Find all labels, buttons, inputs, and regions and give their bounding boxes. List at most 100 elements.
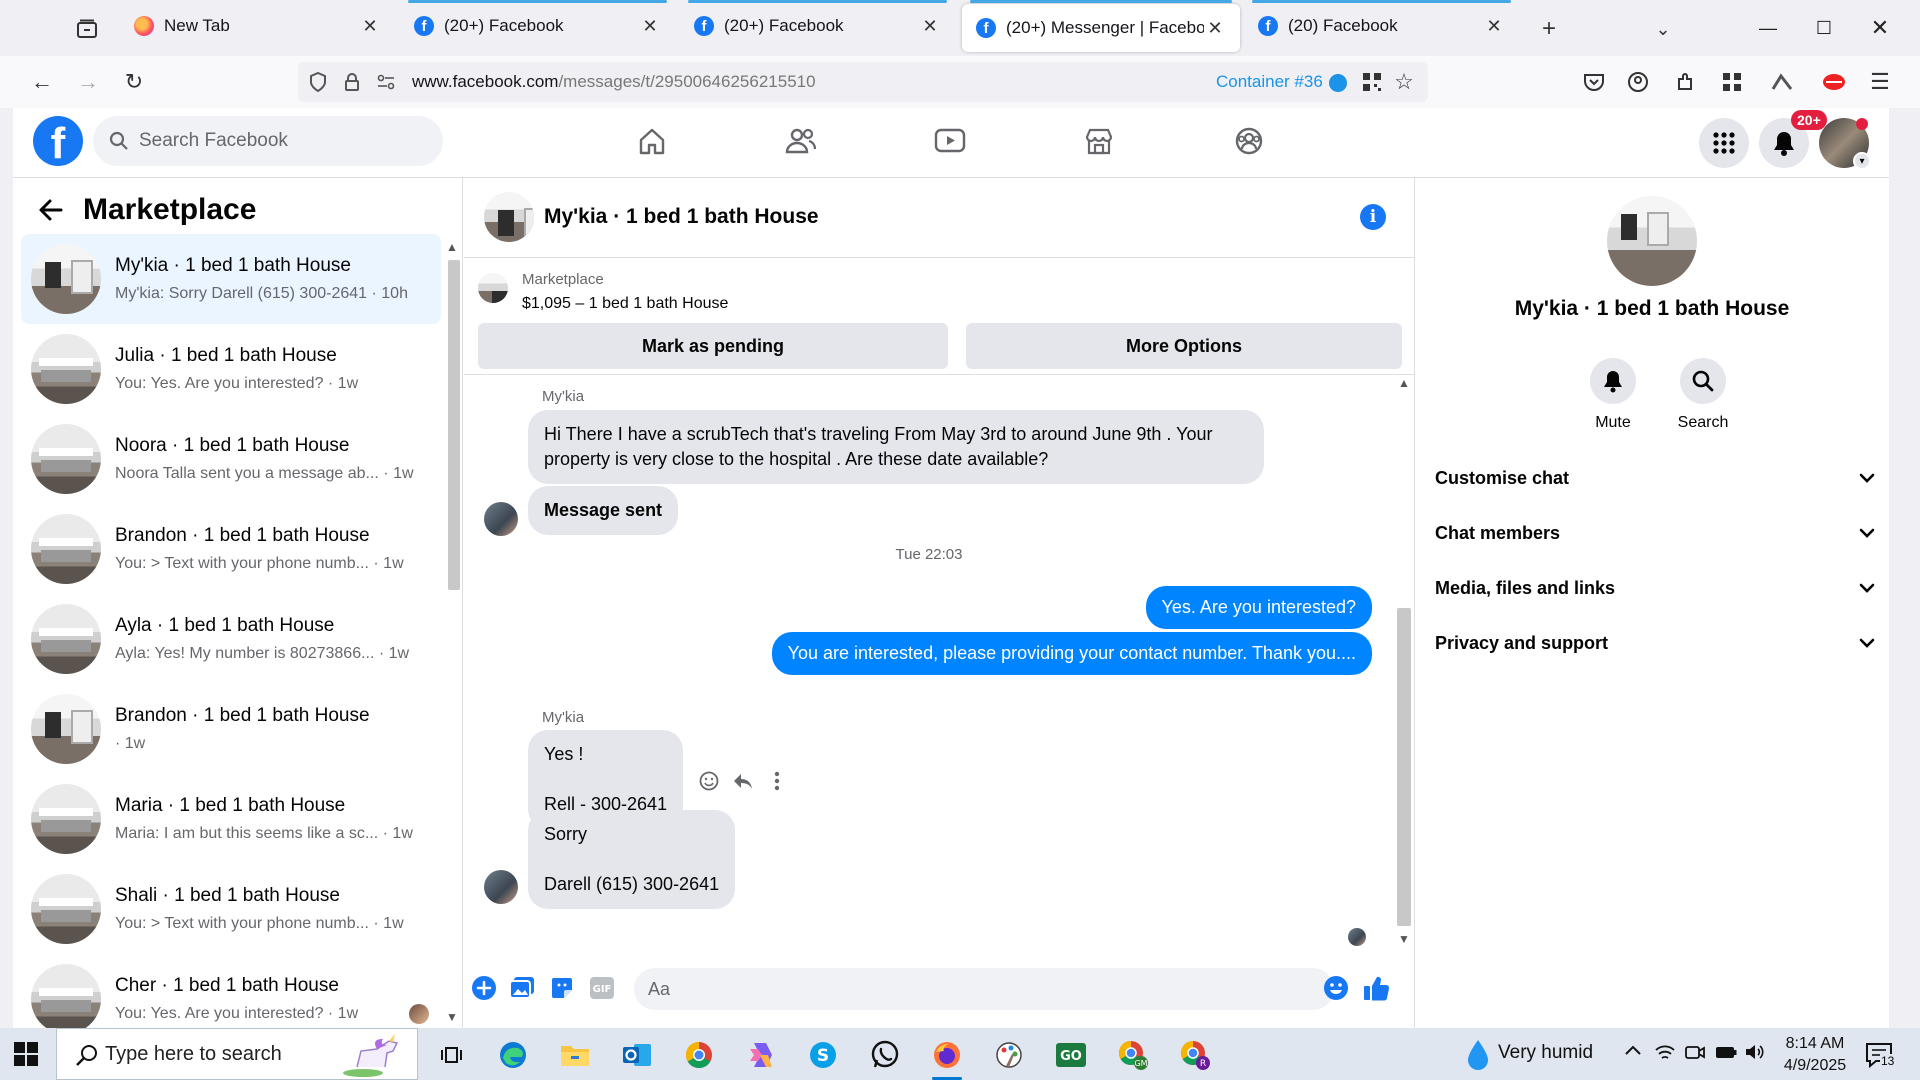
taskbar-search[interactable]: [56, 1028, 418, 1080]
account-icon[interactable]: [1624, 68, 1652, 96]
chat-members-row[interactable]: Chat members: [1435, 513, 1875, 553]
groups-icon[interactable]: [1223, 118, 1275, 164]
minimize-icon[interactable]: —: [1748, 8, 1788, 48]
windows-start-icon[interactable]: [10, 1038, 42, 1070]
back-arrow-icon[interactable]: ←: [26, 66, 58, 98]
close-icon[interactable]: ✕: [1483, 15, 1505, 37]
scrollbar-thumb[interactable]: [1397, 608, 1411, 926]
conversation-item[interactable]: Noora · 1 bed 1 bath House Noora Talla se…: [21, 414, 441, 504]
extension-red-icon[interactable]: [1820, 68, 1848, 96]
close-icon[interactable]: ✕: [1204, 17, 1226, 39]
search-in-conversation-button[interactable]: Search: [1658, 358, 1748, 432]
task-view-icon[interactable]: [432, 1036, 470, 1074]
conversation-avatar[interactable]: [1607, 196, 1697, 286]
network-icon[interactable]: [1654, 1042, 1676, 1068]
battery-icon[interactable]: [1714, 1042, 1738, 1068]
chrome-profile-gm-icon[interactable]: GM: [1114, 1036, 1152, 1074]
extensions-icon[interactable]: [1672, 68, 1700, 96]
outlook-icon[interactable]: [618, 1036, 656, 1074]
photo-icon[interactable]: [508, 974, 536, 1002]
message-bubble[interactable]: Message sent: [528, 486, 679, 535]
container-label[interactable]: Container #36: [1216, 72, 1323, 92]
sent-message-bubble[interactable]: Yes. Are you interested?: [1145, 586, 1372, 629]
conversation-item[interactable]: Shali · 1 bed 1 bath House You: > Text wi…: [21, 864, 441, 954]
tab-new-tab[interactable]: New Tab ✕: [120, 0, 395, 52]
whatsapp-icon[interactable]: [866, 1036, 904, 1074]
meet-now-icon[interactable]: [1684, 1042, 1706, 1068]
notification-center-icon[interactable]: 13: [1864, 1040, 1896, 1070]
sent-message-bubble[interactable]: You are interested, please providing you…: [771, 632, 1372, 675]
apps-grid-icon[interactable]: [1718, 68, 1746, 96]
marketplace-icon[interactable]: [1073, 118, 1125, 164]
mark-as-pending-button[interactable]: Mark as pending: [478, 323, 948, 369]
customise-chat-row[interactable]: Customise chat: [1435, 458, 1875, 498]
scroll-up-arrow-icon[interactable]: ▲: [446, 240, 458, 254]
url-bar[interactable]: www.facebook.com/messages/t/295006462562…: [298, 62, 1428, 102]
weather-text[interactable]: Very humid: [1498, 1042, 1593, 1064]
emoji-react-icon[interactable]: [696, 768, 722, 794]
chevron-up-icon[interactable]: [1624, 1040, 1642, 1062]
listing-price[interactable]: $1,095 – 1 bed 1 bath House: [522, 295, 728, 313]
facebook-logo[interactable]: f: [33, 116, 83, 166]
sender-avatar[interactable]: [484, 502, 518, 536]
conversation-item[interactable]: Brandon · 1 bed 1 bath House · 1w: [21, 684, 441, 774]
scroll-up-arrow-icon[interactable]: ▲: [1398, 376, 1410, 390]
window-close-icon[interactable]: ✕: [1860, 8, 1900, 48]
firefox-taskbar-icon[interactable]: [928, 1036, 966, 1080]
conversation-name-large[interactable]: My'kia · 1 bed 1 bath House: [1415, 297, 1889, 321]
star-bookmark-icon[interactable]: ☆: [1392, 69, 1416, 94]
conversation-item[interactable]: Ayla · 1 bed 1 bath House Ayla: Yes! My n…: [21, 594, 441, 684]
scroll-down-arrow-icon[interactable]: ▼: [446, 1010, 458, 1024]
privacy-support-row[interactable]: Privacy and support: [1435, 623, 1875, 663]
copilot-icon[interactable]: [742, 1036, 780, 1074]
sender-avatar[interactable]: [484, 870, 518, 904]
conversation-item[interactable]: Maria · 1 bed 1 bath House Maria: I am bu…: [21, 774, 441, 864]
scroll-down-arrow-icon[interactable]: ▼: [1398, 932, 1410, 946]
conversation-item[interactable]: Brandon · 1 bed 1 bath House You: > Text …: [21, 504, 441, 594]
friends-icon[interactable]: [775, 118, 827, 164]
conversation-item[interactable]: My'kia · 1 bed 1 bath House My'kia: Sorry…: [21, 234, 441, 324]
paint-app-icon[interactable]: [990, 1036, 1028, 1074]
permissions-icon[interactable]: [374, 70, 398, 94]
volume-icon[interactable]: [1744, 1042, 1766, 1068]
sticker-icon[interactable]: [548, 974, 576, 1002]
back-arrow-icon[interactable]: [33, 192, 69, 228]
menu-grid-icon[interactable]: [1699, 118, 1749, 168]
reload-icon[interactable]: ↻: [118, 66, 150, 98]
message-bubble[interactable]: Sorry Darell (615) 300-2641: [528, 810, 736, 909]
edge-browser-icon[interactable]: [494, 1036, 532, 1074]
info-icon[interactable]: i: [1360, 204, 1386, 230]
extension-arc-icon[interactable]: [1768, 68, 1796, 96]
shield-icon[interactable]: [306, 70, 330, 94]
chevron-down-icon[interactable]: ▾: [1853, 152, 1871, 170]
thumbs-up-icon[interactable]: [1362, 974, 1390, 1002]
taskbar-search-input[interactable]: [105, 1042, 345, 1066]
lock-icon[interactable]: [340, 70, 364, 94]
close-icon[interactable]: ✕: [639, 15, 661, 37]
hamburger-menu-icon[interactable]: ☰: [1866, 68, 1894, 96]
pocket-icon[interactable]: [1580, 68, 1608, 96]
reply-icon[interactable]: [730, 768, 756, 794]
conversation-avatar[interactable]: [484, 192, 534, 242]
weather-water-drop-icon[interactable]: [1466, 1038, 1490, 1070]
more-options-button[interactable]: More Options: [966, 323, 1402, 369]
home-icon[interactable]: [626, 118, 678, 164]
chrome-icon[interactable]: [680, 1036, 718, 1074]
facebook-search[interactable]: [93, 116, 443, 166]
new-tab-plus-icon[interactable]: +: [1534, 14, 1564, 44]
thread-scrollbar[interactable]: ▲ ▼: [1394, 376, 1414, 950]
maximize-icon[interactable]: ☐: [1804, 8, 1844, 48]
gif-icon[interactable]: GIF: [588, 974, 616, 1002]
message-input[interactable]: [634, 968, 1334, 1010]
media-files-links-row[interactable]: Media, files and links: [1435, 568, 1875, 608]
plus-circle-icon[interactable]: [470, 974, 498, 1002]
chrome-profile-r-icon[interactable]: R: [1176, 1036, 1214, 1074]
tab-facebook-3[interactable]: f (20) Facebook ✕: [1244, 0, 1519, 52]
mute-button[interactable]: Mute: [1568, 358, 1658, 432]
conversation-title[interactable]: My'kia · 1 bed 1 bath House: [544, 205, 819, 229]
close-icon[interactable]: ✕: [919, 15, 941, 37]
message-bubble[interactable]: Hi There I have a scrubTech that's trave…: [528, 410, 1264, 484]
scrollbar-thumb[interactable]: [448, 260, 460, 590]
search-input[interactable]: [139, 130, 419, 152]
tab-facebook-1[interactable]: f (20+) Facebook ✕: [400, 0, 675, 52]
